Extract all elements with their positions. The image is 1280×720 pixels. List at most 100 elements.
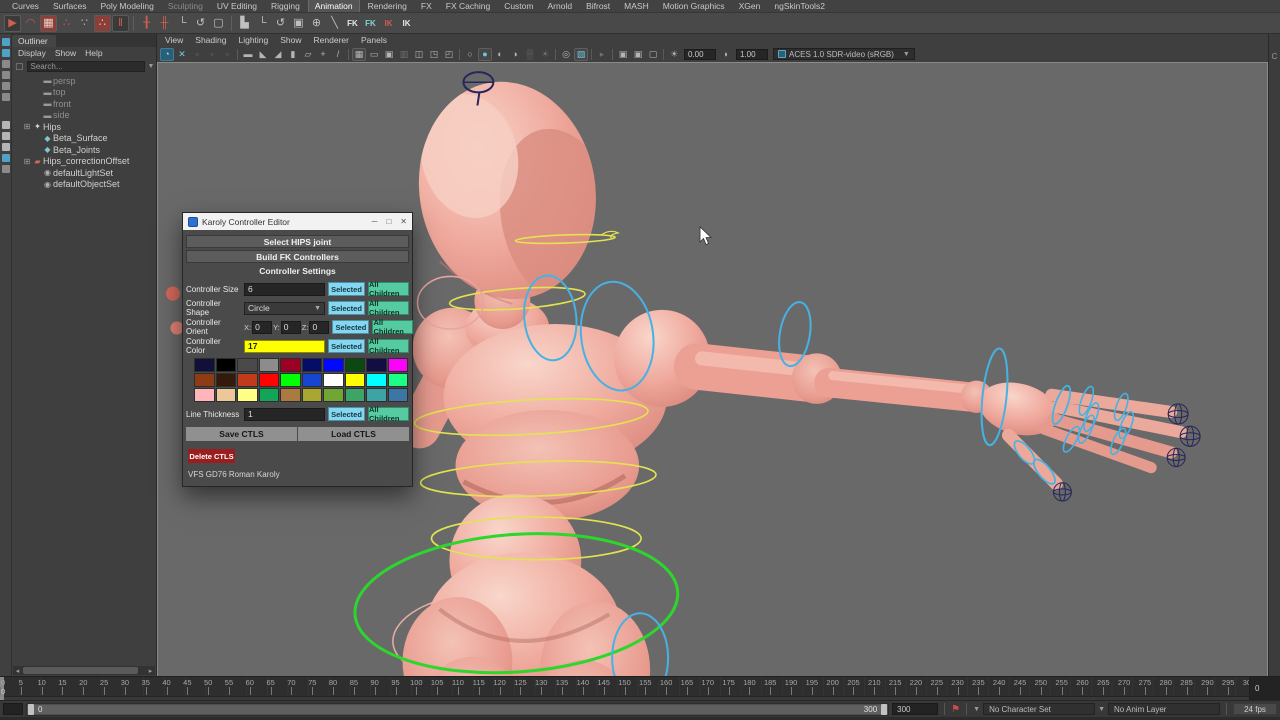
anim-layout-icon[interactable] bbox=[2, 143, 10, 151]
gamma-field[interactable]: 1.00 bbox=[736, 49, 768, 60]
controller-shape-dropdown[interactable]: Circle▼ bbox=[244, 302, 325, 315]
shelf-tab-custom[interactable]: Custom bbox=[498, 0, 539, 12]
palette-color-swatch[interactable] bbox=[280, 388, 301, 402]
palette-color-swatch[interactable] bbox=[345, 373, 366, 387]
shadows-icon[interactable]: ▒ bbox=[523, 48, 537, 61]
chevron-down-icon[interactable]: ▼ bbox=[148, 63, 155, 70]
line-thickness-all-children-button[interactable]: All Children bbox=[368, 407, 409, 421]
scale-tool-icon[interactable] bbox=[2, 93, 10, 101]
use-all-lights-icon[interactable]: ◑ bbox=[508, 48, 522, 61]
range-start-handle[interactable] bbox=[28, 704, 34, 715]
palette-color-swatch[interactable] bbox=[237, 373, 258, 387]
save-ctls-button[interactable]: Save CTLS bbox=[186, 427, 297, 441]
palette-color-swatch[interactable] bbox=[345, 388, 366, 402]
channel-box-tab[interactable]: C bbox=[1268, 34, 1280, 676]
safe-title-icon[interactable]: ◰ bbox=[442, 48, 456, 61]
palette-color-swatch[interactable] bbox=[194, 373, 215, 387]
shelf-tab-curves[interactable]: Curves bbox=[6, 0, 45, 12]
outliner-item-defaultlightset[interactable]: ◉defaultLightSet bbox=[12, 167, 156, 179]
shelf-tab-fx[interactable]: FX bbox=[415, 0, 438, 12]
viewport-menu-lighting[interactable]: Lighting bbox=[238, 35, 268, 45]
axis-field[interactable]: 0 bbox=[281, 321, 301, 334]
character-set-dropdown[interactable]: No Character Set bbox=[983, 703, 1095, 715]
insert-key-icon[interactable]: ╂ bbox=[138, 15, 155, 32]
selection-mask-icon[interactable]: ✕ bbox=[175, 48, 189, 61]
outliner-item-front[interactable]: ▬front bbox=[12, 98, 156, 110]
outliner-item-defaultobjectset[interactable]: ◉defaultObjectSet bbox=[12, 179, 156, 191]
axis-field[interactable]: 0 bbox=[252, 321, 272, 334]
palette-color-swatch[interactable] bbox=[323, 358, 344, 372]
all-children-button[interactable]: All Children bbox=[368, 282, 409, 296]
palette-color-swatch[interactable] bbox=[194, 388, 215, 402]
chevron-down-icon[interactable]: ▼ bbox=[973, 706, 980, 713]
resolution-gate-icon[interactable]: ▣ bbox=[382, 48, 396, 61]
snap-to-time-icon[interactable]: ◔ bbox=[160, 48, 174, 61]
palette-color-swatch[interactable] bbox=[388, 388, 409, 402]
retime-tool-icon[interactable]: ‖ bbox=[112, 15, 129, 32]
outliner-item-beta-surface[interactable]: ◆Beta_Surface bbox=[12, 133, 156, 145]
shelf-tab-xgen[interactable]: XGen bbox=[733, 0, 767, 12]
chevron-down-icon[interactable]: ▼ bbox=[1098, 706, 1105, 713]
textured-icon[interactable]: ◐ bbox=[493, 48, 507, 61]
selected-button[interactable]: Selected bbox=[328, 301, 365, 315]
axis-field[interactable]: 0 bbox=[309, 321, 329, 334]
outliner-item-side[interactable]: ▬side bbox=[12, 110, 156, 122]
selected-button[interactable]: Selected bbox=[328, 339, 365, 353]
all-children-button[interactable]: All Children bbox=[368, 339, 409, 353]
mask-b-icon[interactable]: ▫ bbox=[205, 48, 219, 61]
outliner-tab[interactable]: Outliner bbox=[12, 34, 156, 47]
scrollbar-thumb[interactable] bbox=[23, 667, 138, 674]
add-inbetween-icon[interactable]: ╫ bbox=[156, 15, 173, 32]
range-slider[interactable]: 0 300 bbox=[26, 703, 889, 716]
set-key-icon[interactable]: ⚑ bbox=[951, 704, 960, 715]
select-tool-icon[interactable] bbox=[2, 38, 10, 46]
shelf-tab-ngskintools2[interactable]: ngSkinTools2 bbox=[768, 0, 831, 12]
palette-color-swatch[interactable] bbox=[259, 388, 280, 402]
set-rest-pose-icon[interactable]: ▙ bbox=[236, 15, 253, 32]
motion-trail-icon[interactable]: ◠ bbox=[22, 15, 39, 32]
ghost-editor-icon[interactable]: ∴ bbox=[94, 15, 111, 32]
set-rotate-key-icon[interactable]: ↺ bbox=[272, 15, 289, 32]
pan-zoom-icon[interactable]: + bbox=[316, 48, 330, 61]
camera-settings-icon[interactable]: ◢ bbox=[271, 48, 285, 61]
shelf-tab-arnold[interactable]: Arnold bbox=[541, 0, 578, 12]
mute-channel-icon[interactable]: ╲ bbox=[326, 15, 343, 32]
paint-select-tool-icon[interactable] bbox=[2, 60, 10, 68]
outliner-item-top[interactable]: ▬top bbox=[12, 87, 156, 99]
viewport-menu-shading[interactable]: Shading bbox=[195, 35, 226, 45]
palette-color-swatch[interactable] bbox=[302, 388, 323, 402]
viewport-menu-panels[interactable]: Panels bbox=[361, 35, 387, 45]
palette-color-swatch[interactable] bbox=[388, 373, 409, 387]
outliner-item-beta-joints[interactable]: ◆Beta_Joints bbox=[12, 144, 156, 156]
outliner-menu-show[interactable]: Show bbox=[55, 48, 76, 58]
buffer-curve-icon[interactable]: ∵ bbox=[76, 15, 93, 32]
anim-layer-dropdown[interactable]: No Anim Layer bbox=[1108, 703, 1220, 715]
shelf-tab-motion-graphics[interactable]: Motion Graphics bbox=[657, 0, 731, 12]
palette-color-swatch[interactable] bbox=[259, 358, 280, 372]
expand-icon[interactable]: ⊞ bbox=[22, 122, 32, 131]
range-end-handle[interactable] bbox=[881, 704, 887, 715]
delete-ctls-button[interactable]: Delete CTLS bbox=[188, 449, 235, 463]
shelf-tab-animation[interactable]: Animation bbox=[308, 0, 360, 12]
line-thickness-selected-button[interactable]: Selected bbox=[328, 407, 365, 421]
shelf-tab-mash[interactable]: MASH bbox=[618, 0, 655, 12]
gamma-icon[interactable]: ◗ bbox=[719, 48, 733, 61]
pencil-icon[interactable]: / bbox=[331, 48, 345, 61]
palette-color-swatch[interactable] bbox=[302, 373, 323, 387]
field-chart-icon[interactable]: ◫ bbox=[412, 48, 426, 61]
filter-icon[interactable]: ▢ bbox=[15, 61, 24, 72]
palette-color-swatch[interactable] bbox=[366, 358, 387, 372]
maximize-icon[interactable]: □ bbox=[386, 217, 391, 226]
exposure-icon[interactable]: ☀ bbox=[667, 48, 681, 61]
shelf-tab-rendering[interactable]: Rendering bbox=[362, 0, 413, 12]
palette-color-swatch[interactable] bbox=[216, 358, 237, 372]
grid-icon[interactable]: ▦ bbox=[352, 48, 366, 61]
palette-color-swatch[interactable] bbox=[280, 358, 301, 372]
scale-key-icon[interactable]: ▢ bbox=[210, 15, 227, 32]
shelf-tab-surfaces[interactable]: Surfaces bbox=[47, 0, 93, 12]
palette-color-swatch[interactable] bbox=[280, 373, 301, 387]
rotate-key-icon[interactable]: ↺ bbox=[192, 15, 209, 32]
fps-indicator[interactable]: 24 fps bbox=[1233, 703, 1277, 715]
wireframe-icon[interactable]: ○ bbox=[463, 48, 477, 61]
palette-color-swatch[interactable] bbox=[237, 358, 258, 372]
